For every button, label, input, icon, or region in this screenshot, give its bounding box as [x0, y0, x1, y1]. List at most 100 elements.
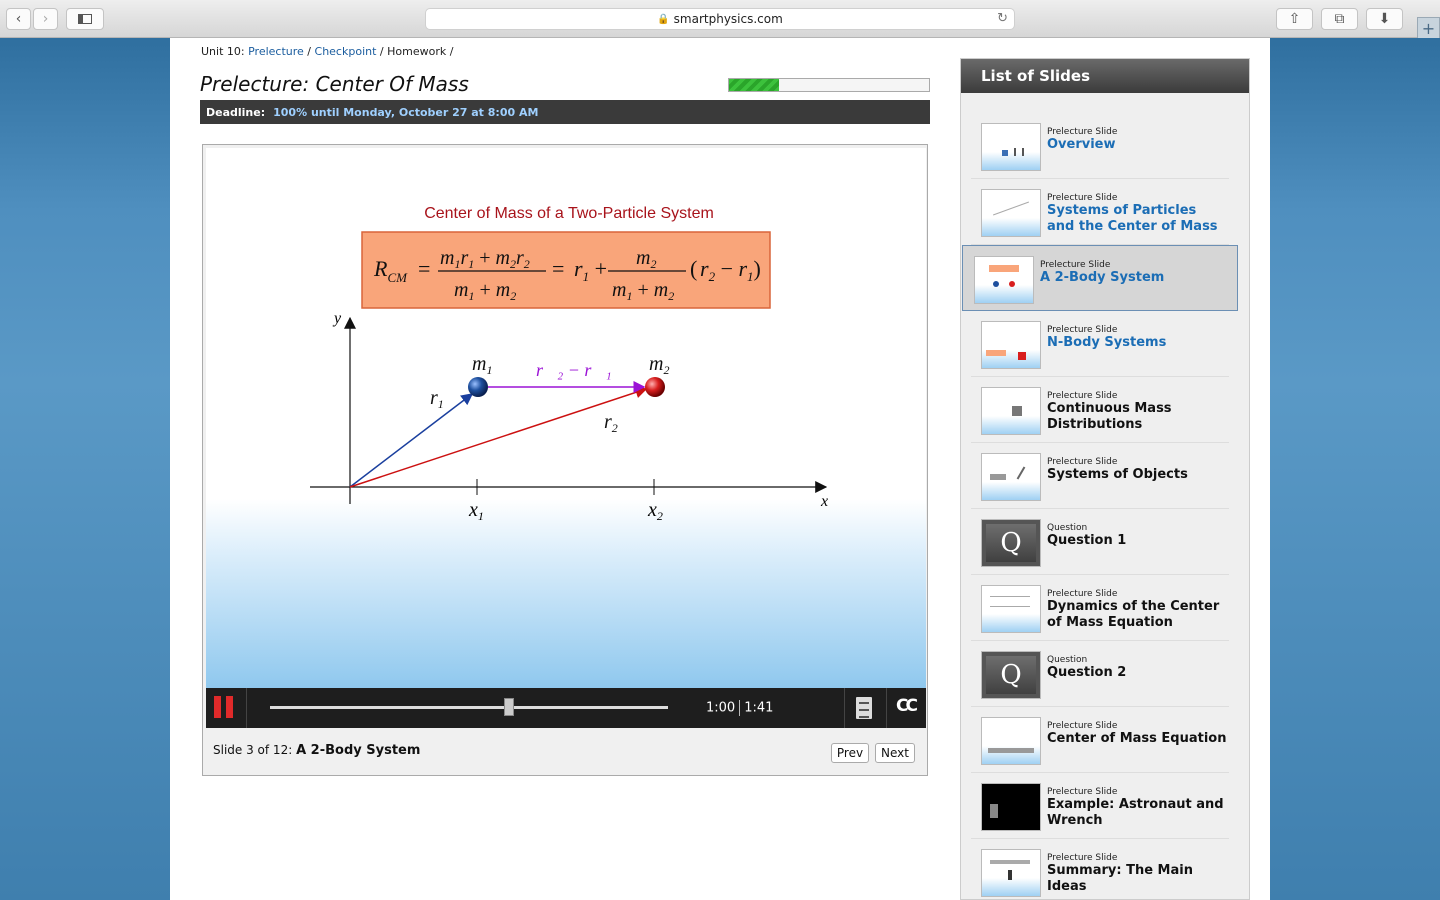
slide-list-item[interactable]: Prelecture Slide Center of Mass Equation — [971, 707, 1229, 773]
breadcrumb-checkpoint-link[interactable]: Checkpoint — [315, 45, 377, 58]
next-button[interactable]: Next — [875, 743, 915, 763]
new-tab-button[interactable]: + — [1417, 17, 1440, 39]
slide-info: Slide 3 of 12: A 2-Body System — [213, 743, 420, 758]
slide-title: Question 1 — [1047, 533, 1127, 548]
divider — [886, 688, 887, 728]
slide-kind: Prelecture Slide — [1047, 457, 1118, 467]
vector-r1 — [349, 393, 474, 488]
deadline-bar: Deadline: 100% until Monday, October 27 … — [200, 100, 930, 124]
slide-list-item[interactable]: Prelecture Slide Dynamics of the Center o… — [971, 575, 1229, 641]
slide-name: A 2-Body System — [296, 743, 421, 758]
diff-label: r⃗₂ − r⃗₁ — [536, 360, 612, 380]
downloads-button[interactable]: ⬇ — [1366, 8, 1403, 30]
slide-kind: Prelecture Slide — [1047, 325, 1118, 335]
slide-kind: Prelecture Slide — [1047, 391, 1118, 401]
slide-title: Center of Mass Equation — [1047, 731, 1227, 746]
slide-title: Overview — [1047, 137, 1116, 152]
reload-icon[interactable]: ↻ — [997, 11, 1008, 26]
pause-icon-bar — [226, 696, 233, 718]
slide-list-item[interactable]: Q Question Question 1 — [971, 509, 1229, 575]
pause-button[interactable] — [214, 696, 236, 718]
plus-icon: + — [1421, 18, 1436, 38]
y-axis-label: y — [332, 310, 342, 327]
slide-thumbnail — [981, 849, 1041, 897]
back-button[interactable]: ‹ — [6, 8, 31, 30]
seek-bar[interactable] — [270, 698, 668, 716]
slide-kind: Prelecture Slide — [1047, 193, 1118, 203]
slide-heading: Center of Mass of a Two-Particle System — [424, 205, 714, 222]
slide-kind: Prelecture Slide — [1040, 260, 1111, 270]
slide-list-item[interactable]: Prelecture Slide Continuous Mass Distribu… — [971, 377, 1229, 443]
x-axis-label: x — [820, 493, 828, 510]
seek-handle[interactable] — [503, 698, 514, 716]
slide-thumbnail — [981, 585, 1041, 633]
slide-list-item[interactable]: Prelecture Slide Summary: The Main Ideas — [971, 839, 1229, 900]
progress-fill — [729, 79, 779, 91]
mass-m1 — [468, 377, 488, 397]
deadline-value: 100% until Monday, October 27 at 8:00 AM — [273, 105, 539, 119]
breadcrumb-separator: / — [449, 45, 454, 58]
chevron-right-icon: › — [42, 11, 49, 27]
slide-kind: Prelecture Slide — [1047, 853, 1118, 863]
total-time: 1:41 — [744, 700, 774, 716]
slide-list-item[interactable]: Prelecture Slide A 2-Body System — [962, 245, 1238, 311]
slide-kind: Prelecture Slide — [1047, 127, 1118, 137]
closed-captions-icon[interactable]: CC — [896, 696, 918, 716]
share-button[interactable]: ⇧ — [1276, 8, 1313, 30]
player-controls: 1:00 1:41 CC — [206, 688, 926, 728]
time-divider — [739, 700, 741, 716]
slide-thumbnail — [981, 189, 1041, 237]
chevron-left-icon: ‹ — [15, 11, 22, 27]
breadcrumb-prelecture-link[interactable]: Prelecture — [248, 45, 304, 58]
slide-player: Center of Mass of a Two-Particle System … — [202, 144, 928, 776]
slide-list-item[interactable]: Prelecture Slide Overview — [971, 113, 1229, 179]
deadline-label: Deadline: — [206, 105, 266, 119]
mass-m2 — [645, 377, 665, 397]
r1-label: r1 — [430, 387, 444, 411]
slide-thumbnail — [981, 387, 1041, 435]
slide-thumbnail — [981, 717, 1041, 765]
svg-text:(: ( — [690, 256, 697, 281]
question-thumbnail: Q — [981, 651, 1041, 699]
slide-thumbnail — [974, 256, 1034, 304]
tabs-icon: ⧉ — [1334, 11, 1345, 27]
slide-thumbnail — [981, 783, 1041, 831]
sidebar-toggle-button[interactable] — [66, 8, 104, 30]
r2-label: r2 — [604, 411, 618, 435]
svg-text:r1 +: r1 + — [574, 256, 607, 284]
pause-icon — [214, 696, 221, 718]
m1-label: m1 — [472, 353, 492, 377]
slide-list-header: List of Slides — [961, 59, 1249, 93]
slide-list-item[interactable]: Prelecture Slide N-Body Systems — [971, 311, 1229, 377]
slide-diagram: Center of Mass of a Two-Particle System … — [310, 205, 828, 523]
main-page: Unit 10: Prelecture / Checkpoint / Homew… — [170, 38, 1270, 900]
svg-text:m1 + m2: m1 + m2 — [612, 279, 674, 303]
sidebar-icon — [78, 14, 92, 24]
slide-list-item[interactable]: Prelecture Slide Systems of Objects — [971, 443, 1229, 509]
slide-title: Summary: The Main Ideas — [1047, 863, 1193, 894]
time-display: 1:00 1:41 — [706, 700, 773, 716]
x1-label: x1 — [468, 499, 484, 523]
transcript-icon[interactable] — [856, 697, 872, 719]
svg-text:=: = — [552, 256, 564, 281]
lock-icon: 🔒 — [657, 13, 670, 25]
current-time: 1:00 — [706, 700, 736, 716]
slide-title: A 2-Body System — [1040, 270, 1165, 285]
vector-r2 — [349, 386, 648, 488]
slide-list-item[interactable]: Q Question Question 2 — [971, 641, 1229, 707]
share-icon: ⇧ — [1288, 11, 1301, 27]
tabs-button[interactable]: ⧉ — [1321, 8, 1358, 30]
slide-title: Systems of Particles and the Center of M… — [1047, 203, 1218, 234]
question-thumbnail: Q — [981, 519, 1041, 567]
progress-bar — [728, 78, 930, 92]
slide-list-item[interactable]: Prelecture Slide Example: Astronaut and W… — [971, 773, 1229, 839]
slide-kind: Question — [1047, 523, 1088, 533]
slide-title: Question 2 — [1047, 665, 1127, 680]
address-bar[interactable]: 🔒 smartphysics.com ↻ — [425, 8, 1015, 30]
prev-button[interactable]: Prev — [831, 743, 869, 763]
forward-button[interactable]: › — [33, 8, 58, 30]
slide-counter: Slide 3 of 12: — [213, 743, 293, 757]
slide-list-item[interactable]: Prelecture Slide Systems of Particles and… — [971, 179, 1229, 245]
slide-thumbnail — [981, 123, 1041, 171]
slide-title: Systems of Objects — [1047, 467, 1188, 482]
